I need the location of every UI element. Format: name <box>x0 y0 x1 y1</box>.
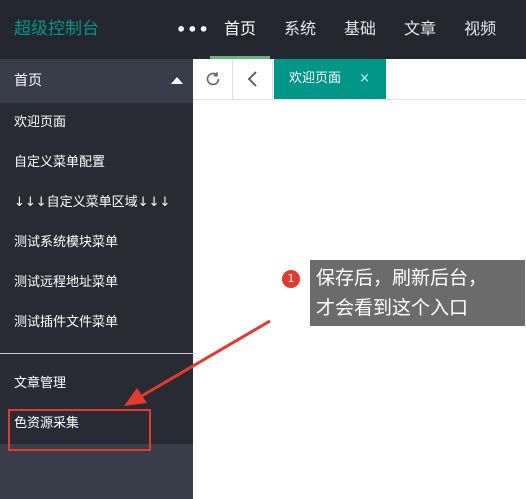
sidebar-item-test-system-module[interactable]: 测试系统模块菜单 <box>0 223 193 263</box>
refresh-button[interactable] <box>193 59 233 99</box>
tab-bar: 欢迎页面 × <box>193 59 526 100</box>
close-icon[interactable]: × <box>359 59 370 99</box>
refresh-icon <box>206 72 219 86</box>
app-logo[interactable]: 超级控制台 <box>14 0 99 59</box>
annotation-tooltip: 保存后，刷新后台， 才会看到这个入口 <box>310 260 525 326</box>
sidebar-item-resource-collection[interactable]: 色资源采集 <box>0 404 193 444</box>
sidebar-group-label: 首页 <box>14 73 42 89</box>
sidebar-group-home[interactable]: 首页 <box>0 59 193 103</box>
sidebar-divider <box>0 353 193 354</box>
sidebar: 首页 欢迎页面 自定义菜单配置 ↓↓↓自定义菜单区域↓↓↓ 测试系统模块菜单 测… <box>0 59 193 499</box>
caret-up-icon <box>171 77 183 84</box>
sidebar-item-custom-menu-area[interactable]: ↓↓↓自定义菜单区域↓↓↓ <box>0 183 193 223</box>
nav-item-home[interactable]: 首页 <box>210 0 271 59</box>
sidebar-item-article-management[interactable]: 文章管理 <box>0 364 193 404</box>
annotation-line-2: 才会看到这个入口 <box>316 297 469 319</box>
tab-welcome[interactable]: 欢迎页面 × <box>274 59 386 99</box>
chevron-left-icon <box>247 71 257 87</box>
tab-scroll-left-button[interactable] <box>233 59 273 99</box>
top-nav: 首页 系统 基础 文章 视频 <box>210 0 510 59</box>
nav-item-video[interactable]: 视频 <box>450 0 510 59</box>
nav-item-system[interactable]: 系统 <box>270 0 330 59</box>
sidebar-list: 欢迎页面 自定义菜单配置 ↓↓↓自定义菜单区域↓↓↓ 测试系统模块菜单 测试远程… <box>0 103 193 444</box>
nav-item-articles[interactable]: 文章 <box>390 0 450 59</box>
step-badge: 1 <box>282 270 300 288</box>
nav-item-basic[interactable]: 基础 <box>330 0 390 59</box>
more-menu-icon[interactable]: ••• <box>176 0 210 59</box>
sidebar-item-custom-menu-config[interactable]: 自定义菜单配置 <box>0 143 193 183</box>
annotation-line-1: 保存后，刷新后台， <box>316 267 488 289</box>
sidebar-item-welcome[interactable]: 欢迎页面 <box>0 103 193 143</box>
tab-welcome-label: 欢迎页面 <box>289 71 342 86</box>
sidebar-item-test-remote-address[interactable]: 测试远程地址菜单 <box>0 263 193 303</box>
top-header: 超级控制台 ••• 首页 系统 基础 文章 视频 <box>0 0 526 59</box>
sidebar-item-test-plugin-file[interactable]: 测试插件文件菜单 <box>0 303 193 343</box>
